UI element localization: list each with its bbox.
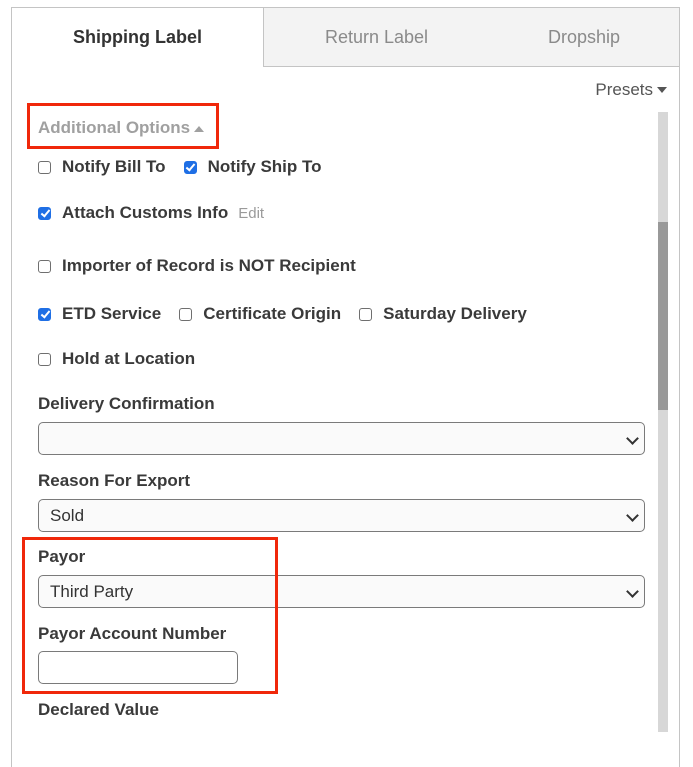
tab-shipping-label[interactable]: Shipping Label [12, 8, 263, 67]
presets-dropdown[interactable]: Presets [595, 80, 667, 100]
checkbox-label: Importer of Record is NOT Recipient [62, 256, 356, 275]
tab-label: Return Label [324, 26, 429, 47]
checkbox-label: ETD Service [62, 304, 162, 323]
checkbox-unchecked-icon[interactable] [38, 259, 51, 273]
customs-row: Attach Customs Info Edit [38, 203, 264, 223]
certificate-origin-checkbox[interactable]: Certificate Origin [179, 304, 341, 324]
additional-options-toggle[interactable]: Additional Options [38, 118, 205, 138]
chevron-down-icon [626, 585, 639, 598]
checkbox-label: Attach Customs Info [62, 203, 229, 222]
tab-dropship[interactable]: Dropship [489, 8, 679, 67]
declared-value-label: Declared Value [38, 700, 159, 719]
notify-bill-to-checkbox[interactable]: Notify Bill To [38, 157, 166, 177]
select-value: Third Party [50, 581, 134, 601]
tab-label: Dropship [547, 26, 621, 47]
payor-select[interactable]: Third Party [38, 575, 645, 608]
saturday-delivery-checkbox[interactable]: Saturday Delivery [359, 304, 527, 324]
payor-account-number-input[interactable] [38, 651, 238, 684]
tab-bar: Shipping Label Return Label Dropship [12, 8, 679, 67]
notify-ship-to-checkbox[interactable]: Notify Ship To [183, 157, 322, 177]
caret-down-icon [657, 87, 667, 93]
etd-service-checkbox[interactable]: ETD Service [38, 304, 161, 324]
hold-row: Hold at Location [38, 349, 213, 369]
scrollbar-thumb[interactable] [658, 222, 668, 410]
delivery-confirmation-select[interactable] [38, 422, 645, 455]
checkbox-unchecked-icon[interactable] [179, 307, 193, 321]
scrollbar-track[interactable] [658, 112, 668, 732]
delivery-confirmation-label: Delivery Confirmation [38, 394, 215, 413]
chevron-down-icon [626, 432, 639, 445]
checkbox-label: Hold at Location [62, 349, 196, 368]
checkbox-unchecked-icon[interactable] [38, 160, 51, 174]
tab-label: Shipping Label [73, 27, 202, 47]
select-value: Sold [50, 505, 85, 525]
edit-customs-link[interactable]: Edit [238, 205, 264, 222]
chevron-down-icon [626, 509, 639, 522]
services-row: ETD Service Certificate Origin Saturday … [38, 304, 545, 324]
checkbox-checked-icon[interactable] [183, 160, 197, 174]
checkbox-label: Saturday Delivery [383, 304, 527, 323]
presets-label: Presets [595, 80, 653, 99]
checkbox-unchecked-icon[interactable] [359, 307, 373, 321]
checkbox-label: Notify Ship To [207, 157, 322, 176]
importer-row: Importer of Record is NOT Recipient [38, 256, 374, 276]
additional-options-label: Additional Options [38, 118, 191, 137]
tab-return-label[interactable]: Return Label [263, 8, 489, 67]
reason-for-export-select[interactable]: Sold [38, 499, 645, 532]
caret-up-icon [194, 125, 205, 132]
checkbox-unchecked-icon[interactable] [38, 352, 51, 366]
checkbox-label: Certificate Origin [203, 304, 342, 323]
notify-row: Notify Bill To Notify Ship To [38, 157, 340, 177]
checkbox-label: Notify Bill To [62, 157, 166, 176]
payor-account-number-label: Payor Account Number [38, 624, 227, 643]
importer-of-record-checkbox[interactable]: Importer of Record is NOT Recipient [38, 256, 356, 276]
reason-for-export-label: Reason For Export [38, 471, 191, 490]
payor-label: Payor [38, 547, 86, 566]
hold-at-location-checkbox[interactable]: Hold at Location [38, 349, 195, 369]
checkbox-checked-icon[interactable] [38, 307, 51, 321]
attach-customs-info-checkbox[interactable]: Attach Customs Info [38, 203, 228, 223]
checkbox-checked-icon[interactable] [38, 206, 51, 220]
